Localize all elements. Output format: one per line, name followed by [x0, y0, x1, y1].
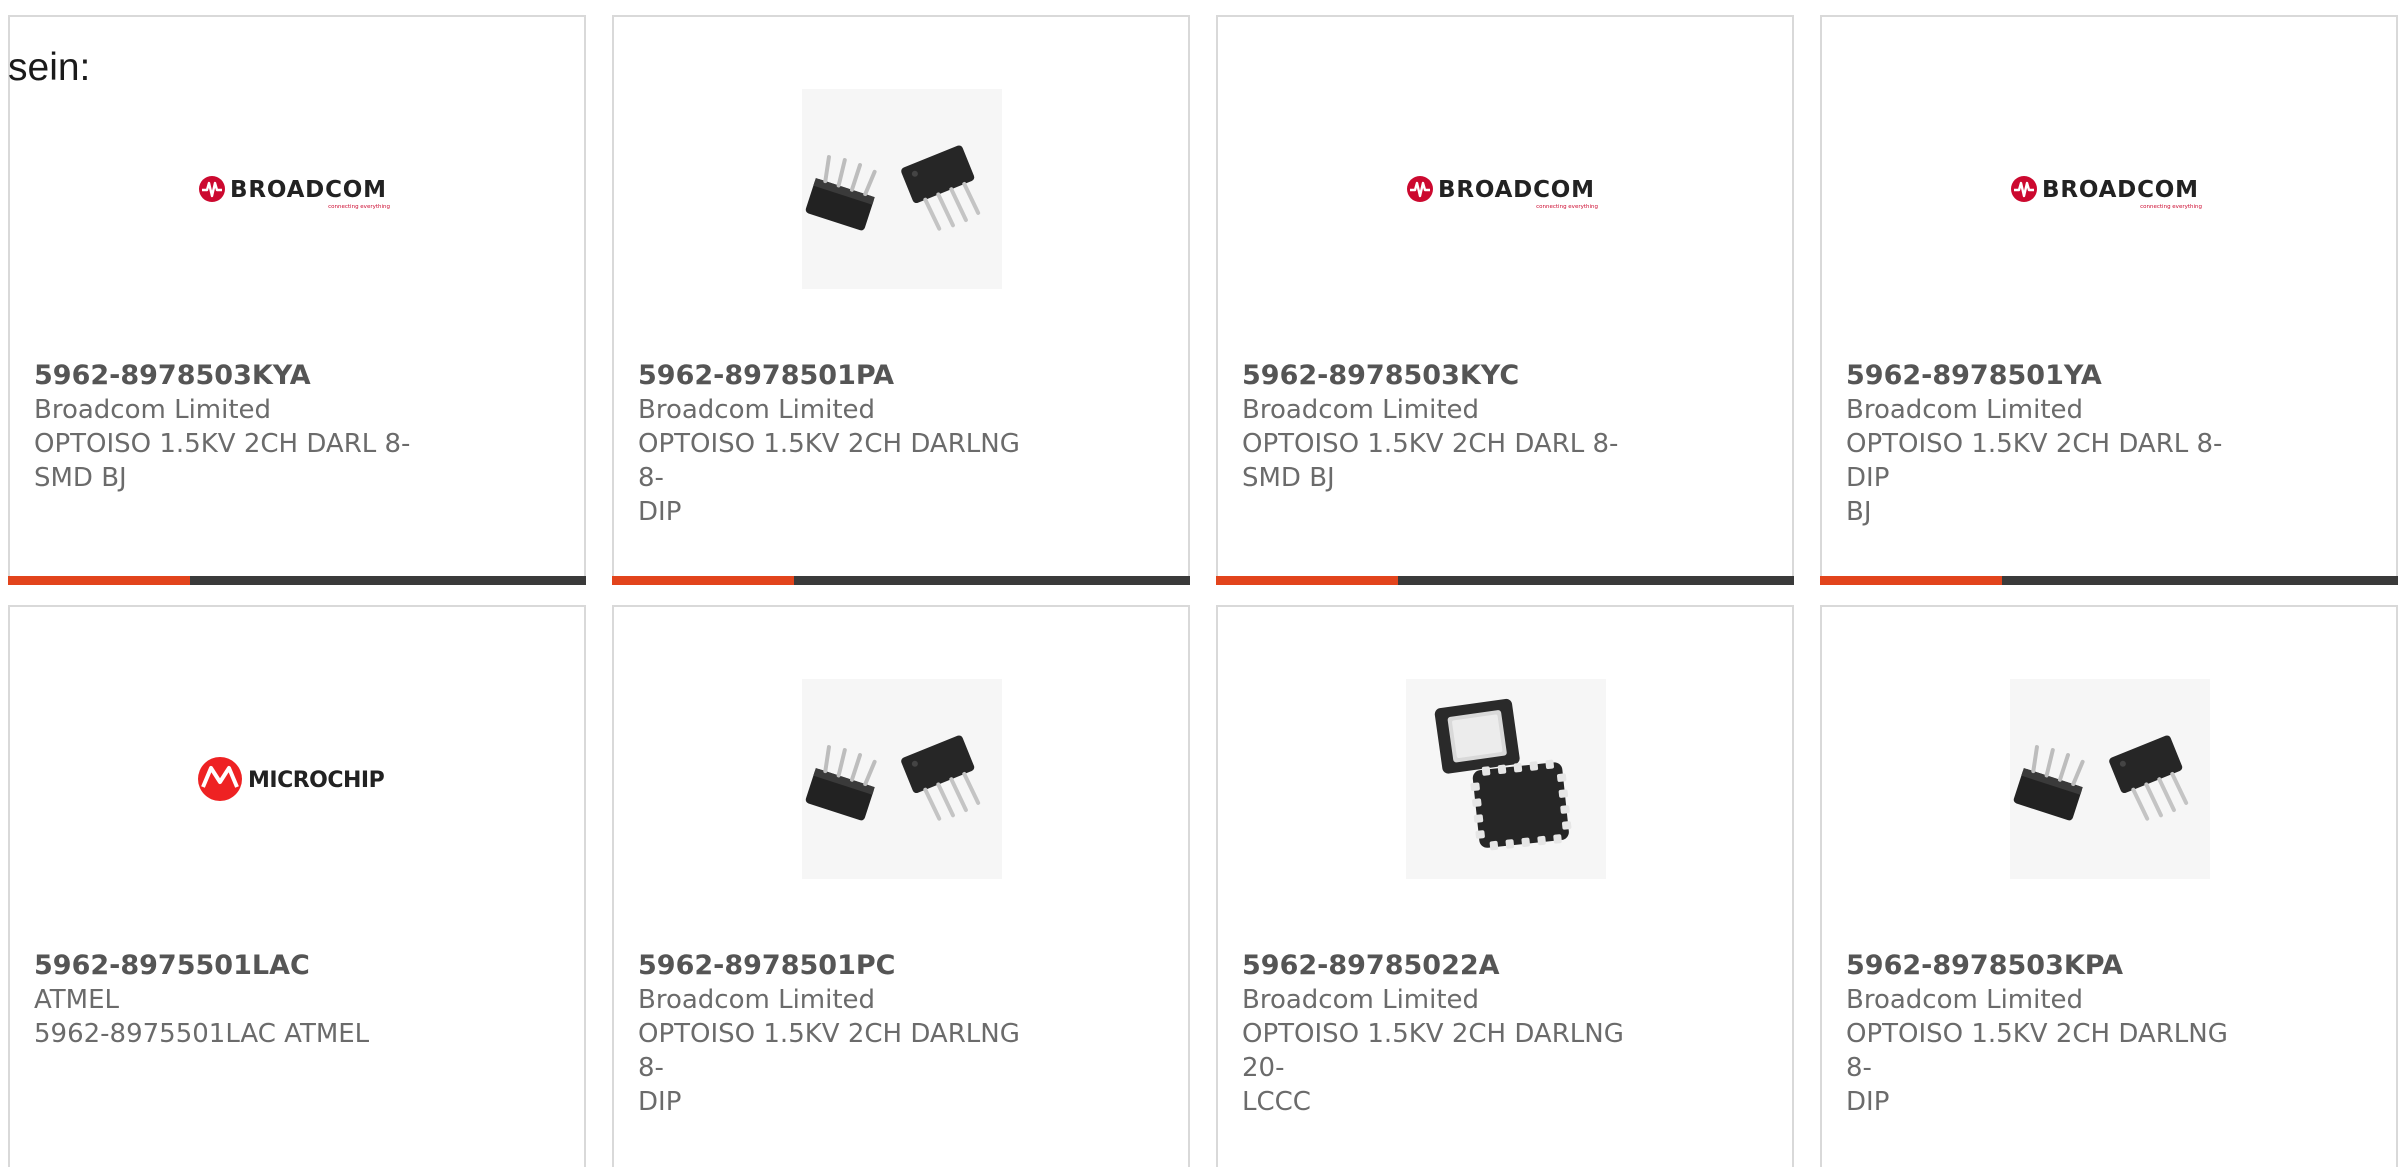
product-info: 5962-8975501LAC ATMEL 5962-8975501LAC ATME…: [34, 949, 434, 1051]
manufacturer-name: Broadcom Limited: [34, 395, 272, 425]
product-description-line: DIP: [638, 497, 682, 527]
product-image[interactable]: [1406, 679, 1606, 879]
product-image[interactable]: BROADCOM connecting everything: [2010, 89, 2210, 289]
broadcom-logo: BROADCOM connecting everything: [1407, 176, 1598, 210]
product-image[interactable]: [802, 679, 1002, 879]
product-description-line: OPTOISO 1.5KV 2CH DARLNG 8-: [638, 429, 1020, 493]
product-card[interactable]: 5962-8978501PA Broadcom Limited OPTOISO 1.…: [612, 15, 1190, 585]
card-progress-bar: [1820, 576, 2398, 585]
product-card[interactable]: 5962-89785022A Broadcom Limited OPTOISO 1.…: [1216, 605, 1794, 1167]
broadcom-wordmark: BROADCOM: [2042, 177, 2199, 203]
manufacturer-name: Broadcom Limited: [638, 395, 876, 425]
intro-text: sein:: [8, 46, 91, 89]
product-description-line: OPTOISO 1.5KV 2CH DARLNG 8-: [638, 1019, 1020, 1083]
card-progress-bar: [1216, 576, 1794, 585]
product-description-line: DIP: [1846, 1087, 1890, 1117]
part-number[interactable]: 5962-8978503KYC: [1242, 359, 1642, 393]
product-grid-page: sein: BROADCOM connecting everything 596…: [0, 0, 2400, 1167]
broadcom-tagline: connecting everything: [1536, 204, 1598, 210]
manufacturer-name: Broadcom Limited: [1846, 395, 2084, 425]
card-progress-accent: [8, 576, 190, 585]
product-info: 5962-89785022A Broadcom Limited OPTOISO 1.…: [1242, 949, 1642, 1119]
broadcom-wordmark: BROADCOM: [1438, 177, 1595, 203]
part-number[interactable]: 5962-8978501PA: [638, 359, 1038, 393]
product-image[interactable]: [802, 89, 1002, 289]
product-description-line: OPTOISO 1.5KV 2CH DARL 8-: [1242, 429, 1619, 459]
product-description-line: 5962-8975501LAC ATMEL: [34, 1019, 370, 1049]
product-card[interactable]: 5962-8978501PC Broadcom Limited OPTOISO 1.…: [612, 605, 1190, 1167]
product-description-line: LCCC: [1242, 1087, 1311, 1117]
part-number[interactable]: 5962-8978503KPA: [1846, 949, 2246, 983]
broadcom-tagline: connecting everything: [2140, 204, 2202, 210]
product-image[interactable]: BROADCOM connecting everything: [198, 89, 398, 289]
product-info: 5962-8978501PC Broadcom Limited OPTOISO 1.…: [638, 949, 1038, 1119]
product-card[interactable]: MICROCHIP 5962-8975501LAC ATMEL 5962-89755…: [8, 605, 586, 1167]
microchip-wordmark: MICROCHIP: [248, 768, 385, 793]
product-image[interactable]: BROADCOM connecting everything: [1406, 89, 1606, 289]
product-description-line: BJ: [1846, 497, 1872, 527]
dip-package-icon: [2010, 679, 2210, 879]
lccc-package-icon: [1406, 679, 1606, 879]
product-description-line: SMD BJ: [34, 463, 127, 493]
part-number[interactable]: 5962-8978501PC: [638, 949, 1038, 983]
card-progress-bar: [612, 576, 1190, 585]
product-description-line: OPTOISO 1.5KV 2CH DARL 8-DIP: [1846, 429, 2223, 493]
part-number[interactable]: 5962-8975501LAC: [34, 949, 434, 983]
broadcom-logo: BROADCOM connecting everything: [2011, 176, 2202, 210]
product-description-line: SMD BJ: [1242, 463, 1335, 493]
manufacturer-name: ATMEL: [34, 985, 119, 1015]
microchip-logo: MICROCHIP: [198, 757, 385, 801]
product-card[interactable]: BROADCOM connecting everything 5962-8978…: [1820, 15, 2398, 585]
broadcom-logo: BROADCOM connecting everything: [199, 176, 390, 210]
product-description-line: OPTOISO 1.5KV 2CH DARLNG 20-: [1242, 1019, 1624, 1083]
product-card[interactable]: 5962-8978503KPA Broadcom Limited OPTOISO 1…: [1820, 605, 2398, 1167]
broadcom-tagline: connecting everything: [328, 204, 390, 210]
part-number[interactable]: 5962-8978503KYA: [34, 359, 434, 393]
dip-package-icon: [802, 679, 1002, 879]
broadcom-wordmark: BROADCOM: [230, 177, 387, 203]
manufacturer-name: Broadcom Limited: [1242, 985, 1480, 1015]
product-info: 5962-8978501PA Broadcom Limited OPTOISO 1.…: [638, 359, 1038, 529]
product-card[interactable]: BROADCOM connecting everything 5962-8978…: [8, 15, 586, 585]
product-info: 5962-8978503KYA Broadcom Limited OPTOISO 1…: [34, 359, 434, 495]
manufacturer-name: Broadcom Limited: [1242, 395, 1480, 425]
product-grid: BROADCOM connecting everything 5962-8978…: [8, 15, 2398, 1167]
dip-package-icon: [802, 89, 1002, 289]
card-progress-accent: [612, 576, 794, 585]
product-description-line: OPTOISO 1.5KV 2CH DARLNG 8-: [1846, 1019, 2228, 1083]
product-image[interactable]: [2010, 679, 2210, 879]
product-info: 5962-8978501YA Broadcom Limited OPTOISO 1.…: [1846, 359, 2246, 529]
manufacturer-name: Broadcom Limited: [1846, 985, 2084, 1015]
product-description-line: OPTOISO 1.5KV 2CH DARL 8-: [34, 429, 411, 459]
product-image[interactable]: MICROCHIP: [198, 679, 398, 879]
product-info: 5962-8978503KPA Broadcom Limited OPTOISO 1…: [1846, 949, 2246, 1119]
card-progress-accent: [1216, 576, 1398, 585]
card-progress-accent: [1820, 576, 2002, 585]
part-number[interactable]: 5962-89785022A: [1242, 949, 1642, 983]
part-number[interactable]: 5962-8978501YA: [1846, 359, 2246, 393]
product-description-line: DIP: [638, 1087, 682, 1117]
product-card[interactable]: BROADCOM connecting everything 5962-8978…: [1216, 15, 1794, 585]
card-progress-bar: [8, 576, 586, 585]
manufacturer-name: Broadcom Limited: [638, 985, 876, 1015]
product-info: 5962-8978503KYC Broadcom Limited OPTOISO 1…: [1242, 359, 1642, 495]
